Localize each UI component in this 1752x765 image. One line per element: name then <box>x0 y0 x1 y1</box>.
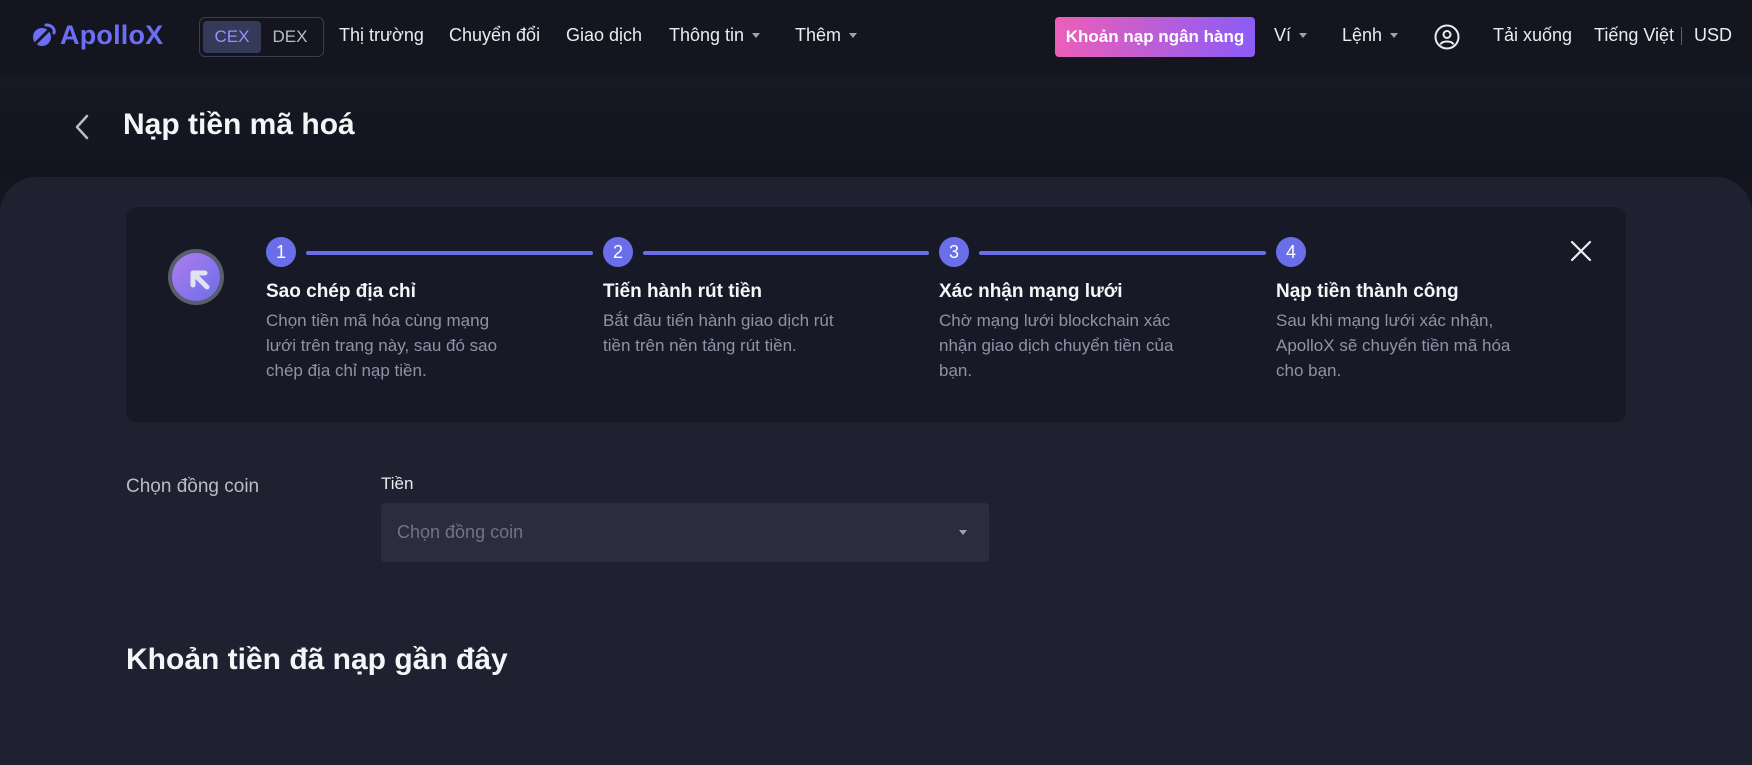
logo-text: ApolloX <box>60 20 164 50</box>
chevron-down-icon <box>959 530 967 535</box>
coin-select-placeholder: Chọn đồng coin <box>397 522 524 542</box>
nav-convert-label: Chuyển đổi <box>449 25 541 45</box>
nav-orders-dropdown[interactable]: Lệnh <box>1342 25 1399 46</box>
nav-more-dropdown[interactable]: Thêm <box>795 25 858 46</box>
close-icon[interactable] <box>1569 239 1593 263</box>
apollox-logo[interactable]: ApolloX <box>30 20 163 51</box>
step-1-number: 1 <box>266 237 296 267</box>
step-3-number: 3 <box>939 237 969 267</box>
nav-info-label: Thông tin <box>669 25 745 45</box>
currency-selector[interactable]: USD <box>1694 25 1732 46</box>
step-1-description: Chọn tiền mã hóa cùng mạng lưới trên tra… <box>266 311 498 380</box>
language-label: Tiếng Việt <box>1594 25 1675 45</box>
step-4-title: Nạp tiền thành công <box>1276 281 1459 302</box>
nav-download-label: Tải xuống <box>1493 25 1573 45</box>
nav-download[interactable]: Tải xuống <box>1493 25 1572 46</box>
nav-market-label: Thị trường <box>339 25 424 45</box>
step-2-title: Tiến hành rút tiền <box>603 281 763 302</box>
coin-select-dropdown[interactable]: Chọn đồng coin <box>381 503 989 562</box>
nav-wallet-dropdown[interactable]: Ví <box>1274 25 1308 46</box>
currency-label: USD <box>1694 25 1733 45</box>
chevron-down-icon <box>849 33 858 38</box>
select-coin-section-label: Chọn đồng coin <box>126 476 260 497</box>
page-title: Nạp tiền mã hoá <box>123 108 355 141</box>
nav-orders-label: Lệnh <box>1342 25 1383 45</box>
divider <box>1681 27 1682 45</box>
user-account-icon[interactable] <box>1434 24 1460 50</box>
step-4-description: Sau khi mạng lưới xác nhận, ApolloX sẽ c… <box>1276 311 1511 380</box>
nav-trade[interactable]: Giao dịch <box>566 25 642 46</box>
step-3-title: Xác nhận mạng lưới <box>939 281 1123 302</box>
nav-trade-label: Giao dịch <box>566 25 643 45</box>
apollox-logo-icon <box>32 23 56 46</box>
nav-convert[interactable]: Chuyển đổi <box>449 25 540 46</box>
step-connector <box>979 251 1266 255</box>
bank-deposit-button[interactable]: Khoản nạp ngân hàng <box>1055 17 1255 57</box>
step-2-description: Bắt đầu tiến hành giao dịch rút tiền trê… <box>603 311 834 355</box>
nav-more-label: Thêm <box>795 25 842 45</box>
language-selector[interactable]: Tiếng Việt <box>1594 25 1674 46</box>
chevron-down-icon <box>1390 33 1399 38</box>
step-3-description: Chờ mạng lưới blockchain xác nhận giao d… <box>939 311 1174 380</box>
recent-deposits-title: Khoản tiền đã nạp gần đây <box>126 643 508 676</box>
top-navigation-bar: ApolloX CEX DEX Thị trường Chuyển đổi Gi… <box>0 0 1752 74</box>
nav-market[interactable]: Thị trường <box>339 25 424 46</box>
cex-toggle[interactable]: CEX <box>203 21 261 53</box>
chevron-down-icon <box>752 33 761 38</box>
chevron-down-icon <box>1299 33 1308 38</box>
step-connector <box>643 251 929 255</box>
step-4-number: 4 <box>1276 237 1306 267</box>
cursor-guide-icon <box>168 249 224 305</box>
nav-wallet-label: Ví <box>1274 25 1292 45</box>
step-connector <box>306 251 593 255</box>
coin-field-label: Tiền <box>381 474 414 493</box>
dex-toggle[interactable]: DEX <box>261 21 319 53</box>
step-2-number: 2 <box>603 237 633 267</box>
step-1-title: Sao chép địa chỉ <box>266 281 416 302</box>
nav-info-dropdown[interactable]: Thông tin <box>669 25 761 46</box>
back-arrow-icon[interactable] <box>72 112 94 142</box>
cex-dex-switch: CEX DEX <box>199 17 324 57</box>
